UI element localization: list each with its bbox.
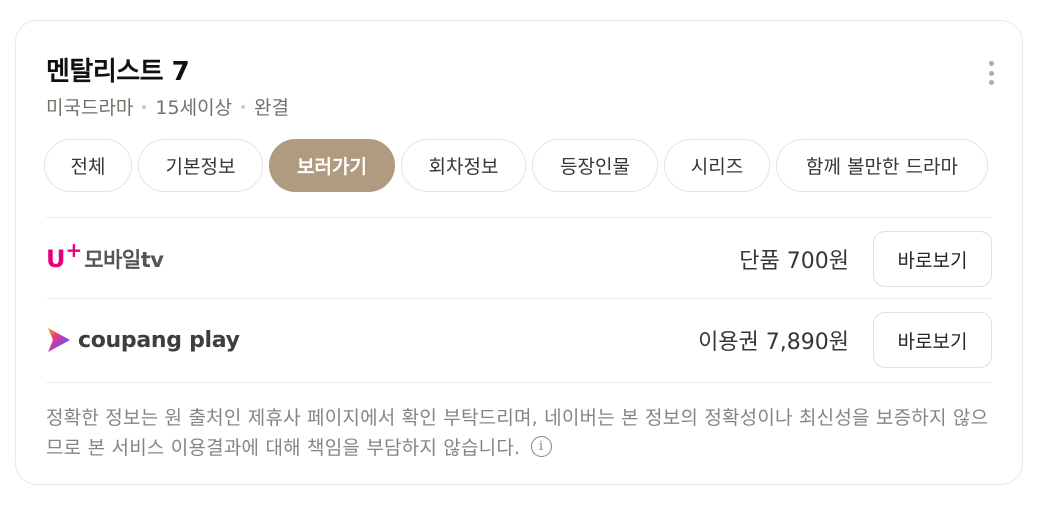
divider [46,298,992,299]
logo-text: coupang play [78,327,240,353]
tab-all[interactable]: 전체 [44,139,132,192]
meta-genre: 미국드라마 [46,97,134,119]
tab-episodes[interactable]: 회차정보 [401,139,526,192]
coupang-play-logo[interactable]: coupang play [46,326,240,354]
tab-bar: 전체 기본정보 보러가기 회차정보 등장인물 시리즈 함께 볼만한 드라마 [44,139,988,192]
page-title[interactable]: 멘탈리스트 7 [46,51,190,88]
provider-row-coupang: coupang play 이용권 7,890원 바로보기 [46,312,992,368]
price-label: 이용권 7,890원 [698,330,849,355]
tab-series[interactable]: 시리즈 [664,139,770,192]
separator-dot [142,104,147,109]
meta-status: 완결 [254,97,289,119]
tab-characters[interactable]: 등장인물 [532,139,658,192]
tab-basic-info[interactable]: 기본정보 [138,139,263,192]
tab-watch[interactable]: 보러가기 [269,139,395,192]
logo-plus: + [65,238,83,262]
divider [46,217,992,218]
separator-dot [241,104,246,109]
divider [46,382,992,383]
disclaimer: 정확한 정보는 원 출처인 제휴사 페이지에서 확인 부탁드리며, 네이버는 본… [46,403,996,463]
meta-rating: 15세이상 [155,97,233,119]
logo-u: U [46,245,66,273]
logo-text: 모바일tv [84,248,164,272]
watch-card: 멘탈리스트 7 미국드라마 15세이상 완결 전체 기본정보 보러가기 회차정보… [15,20,1023,485]
more-vertical-icon[interactable] [986,61,996,85]
disclaimer-text: 정확한 정보는 원 출처인 제휴사 페이지에서 확인 부탁드리며, 네이버는 본… [46,407,989,459]
price-label: 단품 700원 [739,249,849,274]
info-icon[interactable]: i [530,436,552,457]
watch-now-button[interactable]: 바로보기 [873,231,992,287]
tab-recommendations[interactable]: 함께 볼만한 드라마 [776,139,988,192]
uplus-mobile-tv-logo[interactable]: U + 모바일tv [46,238,164,274]
coupang-play-icon [48,328,70,352]
meta-info: 미국드라마 15세이상 완결 [46,93,289,120]
provider-row-uplus: U + 모바일tv 단품 700원 바로보기 [46,231,992,287]
watch-now-button[interactable]: 바로보기 [873,312,992,368]
